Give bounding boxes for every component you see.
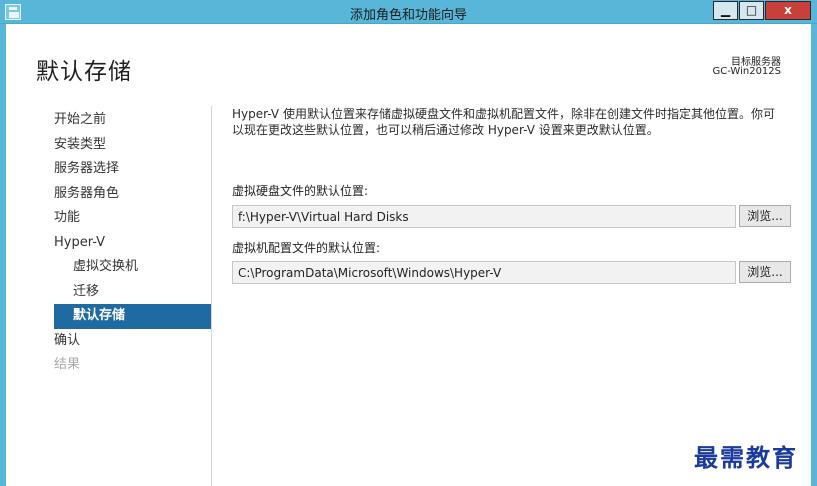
nav-item-virtual-switches[interactable]: 虚拟交换机 xyxy=(36,255,211,280)
minimize-button[interactable]: ▁ xyxy=(713,1,738,20)
nav-item-server-roles[interactable]: 服务器角色 xyxy=(36,182,211,207)
nav-item-default-stores[interactable]: 默认存储 xyxy=(54,304,211,329)
intro-text: Hyper-V 使用默认位置来存储虚拟硬盘文件和虚拟机配置文件，除非在创建文件时… xyxy=(232,106,792,138)
page-title: 默认存储 xyxy=(36,59,132,85)
vm-config-browse-button[interactable]: 浏览... xyxy=(739,261,791,283)
nav-item-server-selection[interactable]: 服务器选择 xyxy=(36,157,211,182)
vhd-browse-button[interactable]: 浏览... xyxy=(739,205,791,227)
vm-config-location-label: 虚拟机配置文件的默认位置: xyxy=(232,241,381,255)
wizard-content: 默认存储 目标服务器 GC-Win2012S 开始之前 安装类型 服务器选择 服… xyxy=(6,24,811,486)
nav-item-features[interactable]: 功能 xyxy=(36,206,211,231)
watermark-logo: 最需教育 xyxy=(694,443,798,472)
target-server-value: GC-Win2012S xyxy=(712,66,781,77)
vhd-location-label: 虚拟硬盘文件的默认位置: xyxy=(232,184,369,198)
window-frame-right xyxy=(811,24,817,486)
vhd-location-input[interactable] xyxy=(232,205,736,228)
nav-item-installation-type[interactable]: 安装类型 xyxy=(36,133,211,158)
nav-item-migration[interactable]: 迁移 xyxy=(36,280,211,305)
nav-item-confirmation[interactable]: 确认 xyxy=(36,329,211,354)
vm-config-location-input[interactable] xyxy=(232,261,736,284)
title-bar: 添加角色和功能向导 ▁ □ x xyxy=(0,0,817,24)
wizard-nav: 开始之前 安装类型 服务器选择 服务器角色 功能 Hyper-V 虚拟交换机 迁… xyxy=(36,108,211,378)
maximize-button[interactable]: □ xyxy=(739,1,764,20)
window-title: 添加角色和功能向导 xyxy=(349,8,467,23)
nav-item-results: 结果 xyxy=(54,357,81,372)
intro-line-1: Hyper-V 使用默认位置来存储虚拟硬盘文件和虚拟机配置文件，除非在创建文件时… xyxy=(232,107,775,121)
close-button[interactable]: x xyxy=(765,1,811,20)
intro-line-2: 以现在更改这些默认位置，也可以稍后通过修改 Hyper-V 设置来更改默认位置。 xyxy=(232,123,659,137)
nav-divider xyxy=(211,106,212,486)
main-panel: Hyper-V 使用默认位置来存储虚拟硬盘文件和虚拟机配置文件，除非在创建文件时… xyxy=(232,106,792,284)
nav-item-before-you-begin[interactable]: 开始之前 xyxy=(36,108,211,133)
nav-item-hyper-v[interactable]: Hyper-V xyxy=(36,231,211,256)
